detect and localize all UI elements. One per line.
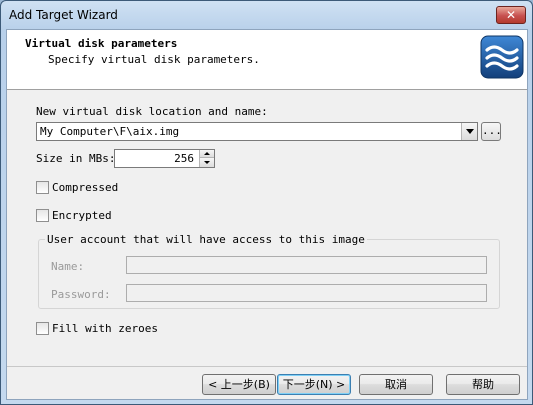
user-account-group: User account that will have access to th…	[38, 233, 500, 309]
page-subtitle: Specify virtual disk parameters.	[48, 53, 260, 66]
cancel-button[interactable]: 取消	[359, 374, 433, 395]
help-button[interactable]: 帮助	[446, 374, 520, 395]
close-icon: ✕	[505, 8, 517, 22]
wizard-window: Add Target Wizard ✕ Virtual disk paramet…	[0, 0, 533, 405]
name-label: Name:	[51, 260, 85, 273]
password-field[interactable]	[126, 284, 487, 302]
spin-up-icon[interactable]	[199, 150, 214, 158]
location-value[interactable]: My Computer\F\aix.img	[40, 125, 179, 138]
encrypted-label[interactable]: Encrypted	[52, 209, 112, 222]
title-bar[interactable]: Add Target Wizard ✕	[1, 1, 532, 29]
encrypted-checkbox[interactable]	[36, 209, 49, 222]
back-button[interactable]: < 上一步(B)	[202, 374, 276, 395]
wizard-header: Virtual disk parameters Specify virtual …	[7, 30, 527, 90]
chevron-down-icon[interactable]	[461, 123, 477, 140]
size-label: Size in MBs:	[36, 152, 116, 165]
fill-zeroes-label[interactable]: Fill with zeroes	[52, 322, 158, 335]
waves-logo-icon	[480, 35, 524, 79]
window-title: Add Target Wizard	[9, 8, 118, 22]
compressed-checkbox[interactable]	[36, 181, 49, 194]
footer-divider	[7, 366, 527, 367]
location-combobox[interactable]: My Computer\F\aix.img	[36, 122, 478, 141]
password-label: Password:	[51, 288, 111, 301]
browse-button[interactable]: ...	[481, 122, 502, 141]
compressed-label[interactable]: Compressed	[52, 181, 118, 194]
dialog-client: Virtual disk parameters Specify virtual …	[6, 29, 528, 400]
page-title: Virtual disk parameters	[25, 37, 178, 50]
size-value[interactable]: 256	[174, 152, 194, 165]
location-label: New virtual disk location and name:	[36, 105, 268, 118]
user-account-legend: User account that will have access to th…	[45, 233, 367, 246]
next-button[interactable]: 下一步(N) >	[277, 374, 351, 395]
spin-down-icon[interactable]	[199, 158, 214, 167]
name-field[interactable]	[126, 256, 487, 274]
fill-zeroes-checkbox[interactable]	[36, 322, 49, 335]
size-stepper[interactable]: 256	[114, 149, 215, 168]
close-button[interactable]: ✕	[496, 6, 526, 24]
